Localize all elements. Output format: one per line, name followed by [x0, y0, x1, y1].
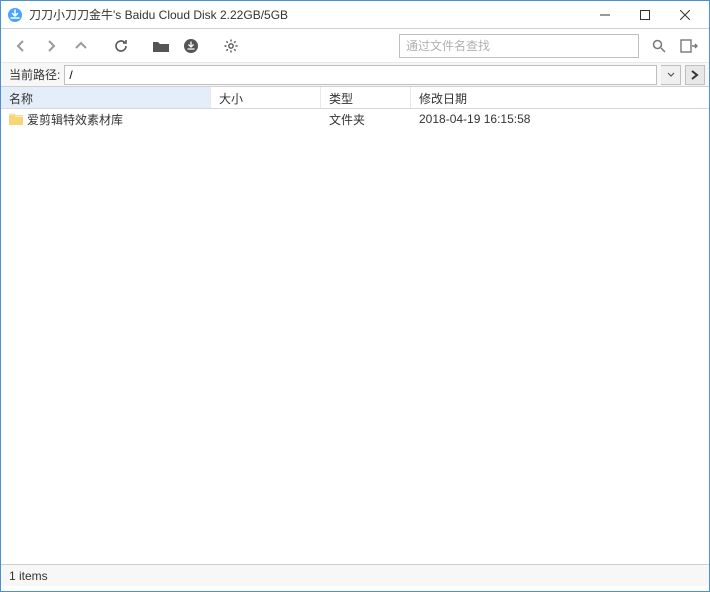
col-type[interactable]: 类型 [321, 87, 411, 108]
app-icon [7, 7, 23, 23]
path-dropdown-button[interactable] [661, 65, 681, 85]
minimize-button[interactable] [585, 2, 625, 28]
file-modified: 2018-04-19 16:15:58 [411, 112, 709, 126]
toolbar [1, 29, 709, 63]
search-field-wrap [399, 34, 639, 58]
transfer-button[interactable] [675, 32, 703, 60]
path-go-button[interactable] [685, 65, 705, 85]
file-type: 文件夹 [321, 111, 411, 128]
path-label: 当前路径: [9, 66, 60, 83]
titlebar: 刀刀小刀刀金牛's Baidu Cloud Disk 2.22GB/5GB [1, 1, 709, 29]
up-button[interactable] [67, 32, 95, 60]
new-folder-button[interactable] [147, 32, 175, 60]
path-input[interactable] [64, 65, 657, 85]
column-headers: 名称 大小 类型 修改日期 [1, 87, 709, 109]
file-name: 爱剪辑特效素材库 [27, 111, 123, 128]
refresh-button[interactable] [107, 32, 135, 60]
window-title: 刀刀小刀刀金牛's Baidu Cloud Disk 2.22GB/5GB [29, 6, 585, 23]
download-button[interactable] [177, 32, 205, 60]
col-modified[interactable]: 修改日期 [411, 87, 709, 108]
search-input[interactable] [400, 39, 638, 53]
back-button[interactable] [7, 32, 35, 60]
status-text: 1 items [9, 569, 48, 583]
search-button[interactable] [645, 32, 673, 60]
col-size[interactable]: 大小 [211, 87, 321, 108]
path-row: 当前路径: [1, 63, 709, 87]
col-name[interactable]: 名称 [1, 87, 211, 108]
close-button[interactable] [665, 2, 705, 28]
forward-button[interactable] [37, 32, 65, 60]
statusbar: 1 items [1, 564, 709, 586]
table-row[interactable]: 爱剪辑特效素材库 文件夹 2018-04-19 16:15:58 [1, 109, 709, 129]
file-list: 爱剪辑特效素材库 文件夹 2018-04-19 16:15:58 [1, 109, 709, 564]
maximize-button[interactable] [625, 2, 665, 28]
settings-button[interactable] [217, 32, 245, 60]
folder-icon [9, 113, 23, 125]
